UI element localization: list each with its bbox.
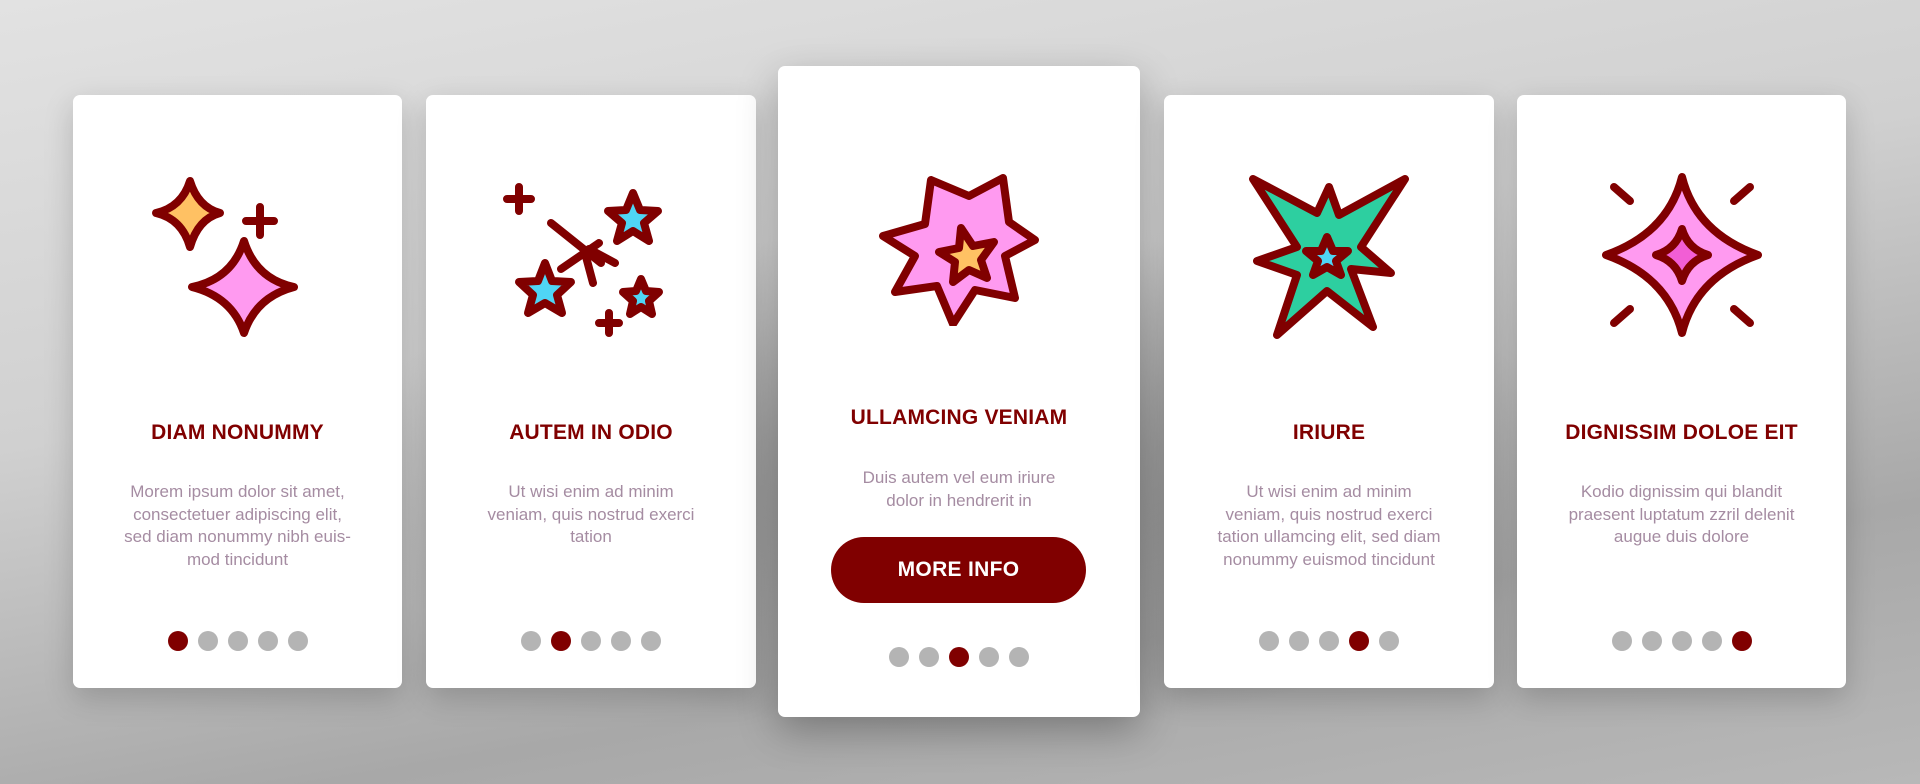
page-dot-5[interactable] bbox=[1731, 631, 1752, 651]
pagination-dots bbox=[1164, 631, 1494, 651]
page-dot-2[interactable] bbox=[551, 631, 571, 651]
card-title: IRIURE bbox=[1292, 421, 1366, 444]
page-dot-1[interactable] bbox=[521, 631, 541, 651]
card-title: ULLAMCING VENIAM bbox=[850, 406, 1068, 429]
stars-and-firework-icon bbox=[503, 183, 663, 337]
card-title: DIAM NONUMMY bbox=[151, 421, 324, 444]
page-dot-1[interactable] bbox=[889, 647, 909, 667]
page-dot-2[interactable] bbox=[1289, 631, 1309, 651]
page-dot-4[interactable] bbox=[1349, 631, 1369, 651]
explosion-star-icon bbox=[1249, 175, 1409, 339]
pagination-dots bbox=[73, 631, 402, 651]
page-dot-5[interactable] bbox=[1379, 631, 1399, 651]
page-dot-3[interactable] bbox=[1319, 631, 1339, 651]
page-dot-2[interactable] bbox=[919, 647, 939, 667]
page-dot-5[interactable] bbox=[1009, 647, 1029, 667]
page-dot-4[interactable] bbox=[611, 631, 631, 651]
page-dot-3[interactable] bbox=[949, 647, 969, 667]
page-dot-3[interactable] bbox=[581, 631, 601, 651]
page-dot-3[interactable] bbox=[1671, 631, 1692, 651]
pagination-dots bbox=[426, 631, 756, 651]
onboarding-card-2: AUTEM IN ODIO Ut wisi enim ad minim veni… bbox=[426, 95, 756, 688]
card-description: Kodio dignissim qui blandit praesent lup… bbox=[1568, 482, 1795, 546]
onboarding-card-3: ULLAMCING VENIAM Duis autem vel eum iriu… bbox=[778, 66, 1140, 717]
card-title: DIGNISSIM DOLOE EIT bbox=[1565, 421, 1798, 444]
burst-star-icon bbox=[879, 174, 1039, 326]
page-dot-1[interactable] bbox=[1259, 631, 1279, 651]
pagination-dots bbox=[1517, 631, 1846, 651]
onboarding-card-5: DIGNISSIM DOLOE EIT Kodio dignissim qui … bbox=[1517, 95, 1846, 688]
pagination-dots bbox=[778, 647, 1140, 667]
page-dot-2[interactable] bbox=[1641, 631, 1662, 651]
onboarding-card-4: IRIURE Ut wisi enim ad minim veniam, qui… bbox=[1164, 95, 1494, 688]
sparkles-icon bbox=[151, 177, 298, 337]
more-info-button[interactable]: MORE INFO bbox=[831, 537, 1086, 603]
page-dot-2[interactable] bbox=[197, 631, 218, 651]
page-dot-1[interactable] bbox=[1611, 631, 1632, 651]
onboarding-card-1: DIAM NONUMMY Morem ipsum dolor sit amet,… bbox=[73, 95, 402, 688]
card-description: Morem ipsum dolor sit amet, consectetuer… bbox=[124, 482, 351, 569]
page-dot-4[interactable] bbox=[979, 647, 999, 667]
page-dot-4[interactable] bbox=[257, 631, 278, 651]
page-dot-3[interactable] bbox=[227, 631, 248, 651]
card-description: Ut wisi enim ad minim veniam, quis nostr… bbox=[1217, 482, 1441, 569]
shine-sparkle-icon bbox=[1601, 173, 1762, 337]
page-dot-5[interactable] bbox=[641, 631, 661, 651]
card-description: Ut wisi enim ad minim veniam, quis nostr… bbox=[487, 482, 695, 546]
page-dot-5[interactable] bbox=[287, 631, 308, 651]
page-dot-4[interactable] bbox=[1701, 631, 1722, 651]
card-description: Duis autem vel eum iriure dolor in hendr… bbox=[862, 468, 1056, 510]
page-dot-1[interactable] bbox=[167, 631, 188, 651]
card-title: AUTEM IN ODIO bbox=[509, 421, 673, 444]
